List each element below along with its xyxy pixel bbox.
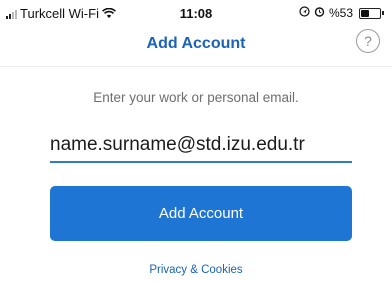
- status-right: %53: [299, 6, 384, 20]
- status-bar: Turkcell Wi-Fi 11:08 %53: [0, 0, 392, 26]
- email-prompt: Enter your work or personal email.: [93, 90, 299, 105]
- add-account-button[interactable]: Add Account: [50, 186, 352, 241]
- privacy-cookies-link[interactable]: Privacy & Cookies: [0, 264, 392, 276]
- help-icon[interactable]: ?: [356, 29, 380, 53]
- navigation-bar: Add Account ?: [0, 26, 392, 67]
- email-field[interactable]: [50, 128, 352, 163]
- alarm-icon: [314, 6, 325, 20]
- location-icon: [299, 6, 310, 20]
- battery-icon: [359, 7, 381, 19]
- battery-percent: %53: [328, 6, 353, 20]
- battery-tip: [382, 11, 384, 15]
- battery-level-fill: [361, 9, 370, 17]
- page-title: Add Account: [146, 35, 246, 52]
